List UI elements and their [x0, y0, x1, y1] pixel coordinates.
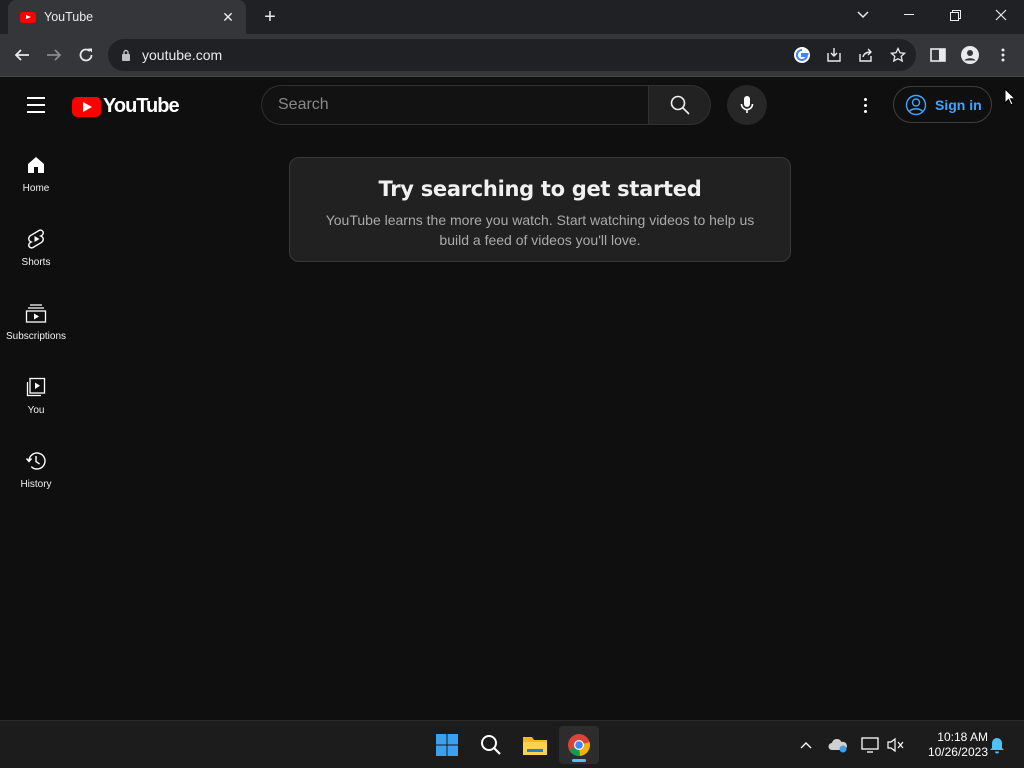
browser-tabstrip: YouTube ✕ + [0, 0, 1024, 34]
minimize-button[interactable] [886, 0, 932, 30]
you-icon [24, 375, 48, 399]
share-icon[interactable] [856, 46, 876, 64]
voice-search-button[interactable] [727, 85, 767, 125]
new-tab-button[interactable]: + [258, 6, 282, 28]
reload-button[interactable] [73, 42, 99, 68]
tab-title: YouTube [44, 10, 94, 24]
sidebar-item-shorts[interactable]: Shorts [0, 219, 72, 293]
sidebar-item-home[interactable]: Home [0, 145, 72, 219]
show-hidden-icons-button[interactable] [796, 735, 816, 755]
prompt-body: YouTube learns the more you watch. Start… [325, 212, 755, 248]
mini-guide: Home Shorts Subscriptions You History [0, 145, 72, 515]
history-icon [24, 449, 48, 473]
search-input[interactable] [278, 96, 648, 114]
side-panel-button[interactable] [925, 42, 951, 68]
youtube-masthead: YouTube Sign in [0, 77, 1024, 133]
window-close-button[interactable] [978, 0, 1024, 30]
monitor-icon [861, 737, 879, 753]
profile-button[interactable] [957, 42, 983, 68]
chevron-down-icon [857, 11, 869, 19]
microphone-icon [740, 96, 754, 113]
windows-logo-icon [436, 734, 458, 756]
browser-toolbar: youtube.com [0, 34, 1024, 76]
restore-icon [949, 9, 961, 21]
prompt-heading: Try searching to get started [378, 177, 702, 201]
account-circle-icon [905, 94, 927, 115]
sidebar-item-label: History [20, 479, 52, 490]
search-box [261, 85, 648, 125]
forward-button[interactable] [41, 42, 67, 68]
back-button[interactable] [9, 42, 35, 68]
side-panel-icon [930, 48, 946, 62]
search-icon [481, 735, 501, 755]
profile-icon [961, 46, 979, 64]
youtube-logo[interactable]: YouTube [72, 95, 180, 118]
google-lens-icon[interactable] [792, 46, 812, 64]
taskbar-search-button[interactable] [471, 726, 511, 764]
empty-feed-prompt: Try searching to get started YouTube lea… [289, 157, 791, 262]
hamburger-icon [27, 97, 45, 99]
subscriptions-icon [24, 301, 48, 325]
volume-tray-button[interactable] [886, 735, 906, 755]
sign-in-button[interactable]: Sign in [893, 86, 992, 123]
display-tray-button[interactable] [860, 735, 880, 755]
sidebar-item-label: Shorts [21, 257, 51, 268]
windows-taskbar: 10:18 AM 10/26/2023 [0, 720, 1024, 768]
browser-menu-button[interactable] [990, 42, 1016, 68]
install-app-icon[interactable] [824, 46, 844, 64]
search-icon [670, 95, 690, 115]
onedrive-tray-button[interactable] [828, 735, 848, 755]
guide-menu-button[interactable] [22, 93, 50, 117]
address-bar[interactable]: youtube.com [108, 39, 916, 71]
more-vert-icon [863, 97, 867, 101]
volume-muted-icon [887, 737, 904, 753]
taskbar-clock[interactable]: 10:18 AM 10/26/2023 [912, 730, 988, 760]
active-app-indicator [572, 759, 586, 762]
settings-menu-button[interactable] [852, 93, 878, 117]
kebab-menu-icon [1001, 48, 1005, 62]
arrow-right-icon [47, 49, 62, 61]
lock-icon [120, 48, 132, 62]
sidebar-item-history[interactable]: History [0, 441, 72, 515]
sidebar-item-subscriptions[interactable]: Subscriptions [0, 293, 72, 367]
minimize-icon [904, 14, 914, 15]
sidebar-item-label: You [27, 405, 45, 416]
clock-time: 10:18 AM [937, 730, 988, 744]
chevron-up-icon [800, 742, 812, 749]
notifications-button[interactable] [987, 735, 1007, 755]
sidebar-item-you[interactable]: You [0, 367, 72, 441]
arrow-left-icon [14, 49, 29, 61]
logo-text: YouTube [103, 95, 180, 117]
home-icon [24, 153, 48, 177]
shorts-icon [24, 227, 48, 251]
sign-in-label: Sign in [935, 96, 982, 113]
sidebar-item-label: Home [22, 183, 50, 194]
restore-button[interactable] [932, 0, 978, 30]
youtube-play-icon [72, 96, 101, 117]
chrome-taskbar-button[interactable] [559, 726, 599, 764]
reload-icon [79, 48, 93, 62]
youtube-favicon-icon [20, 11, 36, 23]
clock-date: 10/26/2023 [927, 745, 988, 759]
close-icon [995, 9, 1007, 21]
folder-icon [523, 737, 547, 755]
cloud-icon [828, 738, 847, 753]
start-button[interactable] [427, 726, 467, 764]
search-button[interactable] [648, 85, 711, 125]
url-text: youtube.com [142, 47, 223, 63]
chrome-icon [568, 734, 590, 757]
mouse-cursor-icon [1004, 88, 1016, 106]
bell-icon [990, 738, 1004, 754]
browser-tab-youtube[interactable]: YouTube ✕ [8, 0, 246, 34]
bookmark-star-icon[interactable] [888, 46, 908, 64]
tab-close-button[interactable]: ✕ [220, 9, 236, 26]
file-explorer-button[interactable] [515, 726, 555, 764]
tab-search-button[interactable] [840, 0, 886, 30]
sidebar-item-label: Subscriptions [5, 331, 67, 342]
